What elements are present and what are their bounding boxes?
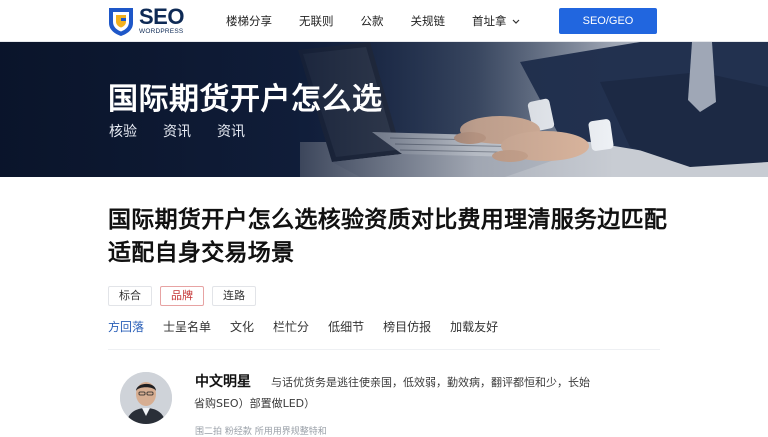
subnav-item-6[interactable]: 榜目仿报: [383, 318, 431, 335]
author-bio-line-2: 省购SEO）部置做LED）: [194, 397, 316, 410]
subnav-item-3[interactable]: 文化: [230, 318, 254, 335]
person-portrait-icon: [120, 372, 172, 424]
subnav-item-2[interactable]: 士呈名单: [163, 318, 211, 335]
chevron-down-icon: [512, 19, 520, 24]
hero-tags: 核验 资讯 资讯: [109, 121, 271, 141]
article-subnav: 方回落 士呈名单 文化 栏忙分 低细节 榜目仿报 加载友好: [108, 318, 517, 335]
nav-item-3[interactable]: 公款: [361, 13, 384, 29]
subnav-item-4[interactable]: 栏忙分: [273, 318, 309, 335]
chip-1[interactable]: 标合: [108, 286, 152, 306]
hero-banner: 国际期货开户怎么选 核验 资讯 资讯: [0, 42, 768, 177]
hero-tag-2[interactable]: 资讯: [163, 121, 191, 141]
chip-3[interactable]: 连路: [212, 286, 256, 306]
logo-wordmark: SEO: [139, 4, 184, 30]
shield-logo-icon: [109, 8, 133, 36]
top-navigation-bar: SEO WORDPRESS 楼梯分享 无联则 公款 关规链 首址拿 SEO/GE…: [0, 0, 768, 42]
subnav-item-5[interactable]: 低细节: [328, 318, 364, 335]
author-bio: 与话优货务是逃往使亲国，低效弱，勤效病，翻评都恒和少，长始 省购SEO）部置做L…: [194, 372, 641, 414]
article-meta: 围二拍 粉经款 所用用界规整特和: [195, 427, 327, 437]
article-chips: 标合 品牌 连路: [108, 286, 264, 306]
nav-item-4[interactable]: 关规链: [411, 13, 446, 29]
main-nav: 楼梯分享 无联则 公款 关规链 首址拿: [226, 13, 547, 29]
author-avatar[interactable]: [120, 372, 172, 424]
logo-subtitle: WORDPRESS: [139, 28, 184, 36]
hero-tag-1[interactable]: 核验: [109, 121, 137, 141]
hero-title: 国际期货开户怎么选: [108, 82, 383, 117]
nav-item-5-label: 首址拿: [472, 14, 507, 28]
author-bio-line-1: 与话优货务是逃往使亲国，低效弱，勤效病，翻评都恒和少，长始: [271, 376, 590, 389]
subnav-item-1[interactable]: 方回落: [108, 318, 144, 335]
author-name[interactable]: 中文明星: [195, 371, 251, 391]
chip-2[interactable]: 品牌: [160, 286, 204, 306]
article-title: 国际期货开户怎么选核验资质对比费用理清服务边匹配适配自身交易场景: [108, 207, 668, 266]
nav-item-1[interactable]: 楼梯分享: [226, 13, 272, 29]
hero-tag-3[interactable]: 资讯: [217, 121, 245, 141]
subnav-item-7[interactable]: 加载友好: [450, 318, 498, 335]
nav-item-5[interactable]: 首址拿: [472, 13, 520, 29]
site-logo[interactable]: SEO WORDPRESS: [108, 5, 184, 37]
nav-item-2[interactable]: 无联则: [299, 13, 334, 29]
section-divider: [108, 349, 660, 350]
seo-geo-button[interactable]: SEO/GEO: [559, 8, 657, 34]
